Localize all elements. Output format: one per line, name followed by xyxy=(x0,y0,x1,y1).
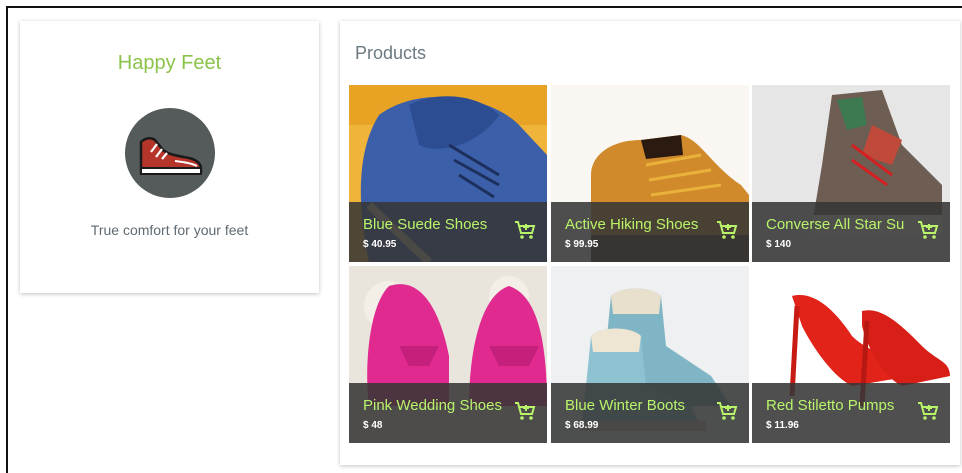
product-caption: Active Hiking Shoes $ 99.95 xyxy=(551,202,749,262)
product-name: Pink Wedding Shoes xyxy=(363,397,502,414)
product-caption: Pink Wedding Shoes $ 48 xyxy=(349,383,547,443)
products-card: Products Blue Suede Shoes $ 40.95 Active… xyxy=(340,21,960,465)
product-name: Blue Suede Shoes xyxy=(363,216,488,233)
product-price: $ 40.95 xyxy=(363,239,397,250)
product-tile[interactable]: Active Hiking Shoes $ 99.95 xyxy=(551,85,749,262)
product-name: Blue Winter Boots xyxy=(565,397,686,414)
sneaker-icon xyxy=(139,137,203,175)
product-tile[interactable]: Converse All Star Su $ 140 xyxy=(752,85,950,262)
add-to-cart-icon[interactable] xyxy=(715,218,739,242)
product-caption: Blue Suede Shoes $ 40.95 xyxy=(349,202,547,262)
add-to-cart-icon[interactable] xyxy=(916,218,940,242)
product-name: Converse All Star Su xyxy=(766,216,905,233)
add-to-cart-icon[interactable] xyxy=(513,399,537,423)
product-price: $ 11.96 xyxy=(766,420,799,431)
product-price: $ 140 xyxy=(766,239,792,250)
store-title: Happy Feet xyxy=(117,52,222,74)
product-name: Red Stiletto Pumps xyxy=(766,397,895,414)
product-price: $ 48 xyxy=(363,420,383,431)
add-to-cart-icon[interactable] xyxy=(715,399,739,423)
product-caption: Red Stiletto Pumps $ 11.96 xyxy=(752,383,950,443)
store-tagline: True comfort for your feet xyxy=(90,222,249,238)
product-tile[interactable]: Pink Wedding Shoes $ 48 xyxy=(349,266,547,443)
product-tile[interactable]: Red Stiletto Pumps $ 11.96 xyxy=(752,266,950,443)
add-to-cart-icon[interactable] xyxy=(513,218,537,242)
product-caption: Converse All Star Su $ 140 xyxy=(752,202,950,262)
products-title: Products xyxy=(355,43,427,63)
product-price: $ 99.95 xyxy=(565,239,599,250)
product-name: Active Hiking Shoes xyxy=(565,216,699,233)
product-caption: Blue Winter Boots $ 68.99 xyxy=(551,383,749,443)
product-tile[interactable]: Blue Winter Boots $ 68.99 xyxy=(551,266,749,443)
store-card: Happy Feet True comfort for your feet xyxy=(20,21,319,293)
product-price: $ 68.99 xyxy=(565,420,599,431)
store-logo xyxy=(125,108,215,198)
add-to-cart-icon[interactable] xyxy=(916,399,940,423)
product-tile[interactable]: Blue Suede Shoes $ 40.95 xyxy=(349,85,547,262)
